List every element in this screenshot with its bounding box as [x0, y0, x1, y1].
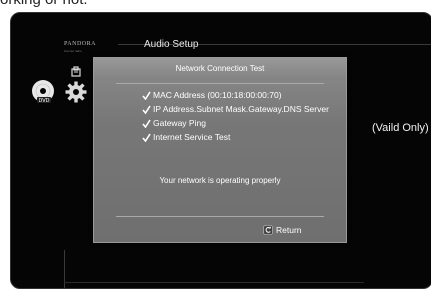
- check-item: MAC Address (00:10:18:00:00:70): [142, 88, 329, 102]
- check-item-label: Gateway Ping: [153, 118, 206, 128]
- svg-text:DVD: DVD: [38, 98, 49, 104]
- check-item-label: MAC Address (00:10:18:00:00:70): [153, 90, 282, 100]
- dialog-divider-bottom: [116, 216, 324, 217]
- network-test-dialog: Network Connection Test MAC Address (00:…: [93, 57, 347, 243]
- check-item-label: Internet Service Test: [153, 132, 231, 142]
- check-item: Gateway Ping: [142, 116, 329, 130]
- check-icon: [142, 91, 151, 100]
- check-icon: [142, 105, 151, 114]
- check-item: IP Address.Subnet Mask.Gateway.DNS Serve…: [142, 102, 329, 116]
- menu-title: Audio Setup: [144, 39, 199, 50]
- return-icon: [263, 225, 273, 235]
- check-icon: [142, 119, 151, 128]
- disc-icon[interactable]: DVD: [31, 79, 57, 105]
- menu-option-value: (Vaild Only): [372, 122, 429, 134]
- check-icon: [142, 133, 151, 142]
- pandora-logo-subtitle: internet radio: [64, 49, 82, 53]
- dialog-divider-top: [116, 83, 324, 84]
- check-item-label: IP Address.Subnet Mask.Gateway.DNS Serve…: [153, 104, 329, 114]
- menu-divider-bottom: [64, 282, 364, 283]
- return-button[interactable]: Return: [263, 224, 302, 236]
- top-caption: orking or not.: [0, 0, 160, 8]
- check-item: Internet Service Test: [142, 130, 329, 144]
- pandora-logo: PANDORA: [64, 41, 96, 47]
- check-list: MAC Address (00:10:18:00:00:70) IP Addre…: [142, 88, 329, 144]
- status-message: Your network is operating properly: [159, 176, 281, 185]
- return-label: Return: [276, 225, 302, 235]
- menu-item-icon[interactable]: [70, 66, 82, 78]
- dialog-title: Network Connection Test: [175, 64, 265, 73]
- gear-icon[interactable]: [64, 80, 88, 104]
